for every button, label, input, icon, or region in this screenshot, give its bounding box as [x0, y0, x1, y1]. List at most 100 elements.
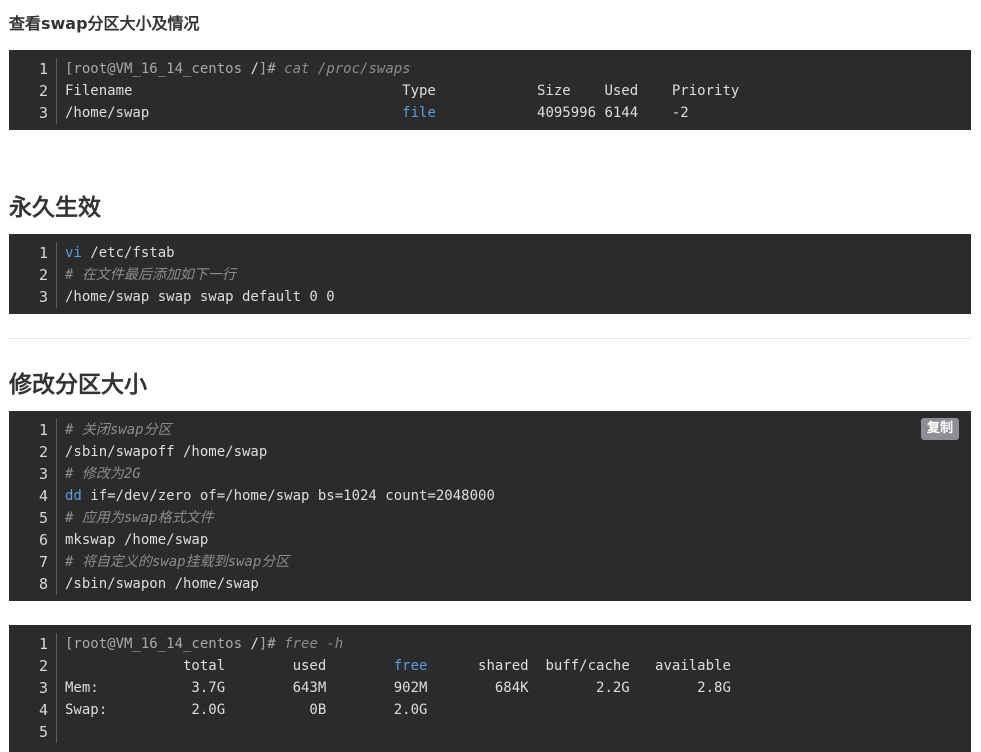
code-line: 1 # 关闭swap分区 — [9, 419, 971, 441]
code-token: # 应用为swap格式文件 — [65, 510, 214, 526]
code-token: shared buff/cache available — [427, 658, 731, 674]
line-number: 1 — [38, 60, 48, 78]
code-line: 6 mkswap /home/swap — [9, 529, 971, 551]
code-token: /etc/fstab — [81, 245, 175, 261]
code-token: / — [250, 636, 259, 652]
code-line: 5 # 应用为swap格式文件 — [9, 507, 971, 529]
section-title-resize: 修改分区大小 — [9, 372, 147, 398]
code-block-free-h: 1 [root@VM_16_14_centos /]# free -h 2 tota… — [9, 625, 971, 752]
code-token: /sbin/swapoff /home/swap — [65, 444, 268, 460]
divider — [9, 338, 971, 339]
code-token: [root@VM_16_14_centos — [65, 636, 251, 652]
line-number: 7 — [38, 553, 48, 571]
code-text: total used free shared buff/cache availa… — [65, 655, 731, 677]
code-line: 4 dd if=/dev/zero of=/home/swap bs=1024 c… — [9, 485, 971, 507]
code-token: free -h — [284, 636, 344, 652]
line-number: 3 — [38, 288, 48, 306]
line-number: 3 — [38, 104, 48, 122]
code-line: 3/home/swap swap swap default 0 0 — [9, 286, 971, 308]
line-number: 2 — [38, 266, 48, 284]
line-number: 1 — [38, 421, 48, 439]
section-title-permanent: 永久生效 — [9, 195, 101, 221]
code-text: [root@VM_16_14_centos /]# free -h — [65, 633, 343, 655]
section-title-swap-check: 查看swap分区大小及情况 — [9, 14, 200, 33]
code-text: /home/swap file 4095996 6144 -2 — [65, 102, 689, 124]
code-line: 5 — [9, 721, 971, 743]
code-token: /sbin/swapon /home/swap — [65, 576, 259, 592]
code-token: file — [402, 105, 436, 121]
gutter-divider — [56, 102, 57, 124]
line-number: 8 — [38, 575, 48, 593]
code-token: free — [393, 658, 428, 674]
gutter-divider — [56, 242, 57, 264]
code-token: mkswap /home/swap — [65, 532, 209, 548]
code-text: Filename Type Size Used Priority — [65, 80, 739, 102]
code-block-resize-swap: 复制 1 # 关闭swap分区 2/sbin/swapoff /home/swap 3… — [9, 411, 971, 601]
gutter-divider — [56, 529, 57, 551]
gutter-divider — [56, 264, 57, 286]
code-token: / — [250, 61, 259, 77]
gutter-divider — [56, 286, 57, 308]
code-text: vi /etc/fstab — [65, 242, 175, 264]
code-token: # 将自定义的swap挂载到swap分区 — [65, 554, 290, 570]
code-text: [root@VM_16_14_centos /]# cat /proc/swap… — [65, 58, 411, 80]
code-text: Mem: 3.7G 643M 902M 684K 2.2G 2.8G — [65, 677, 731, 699]
code-token: cat /proc/swaps — [284, 61, 411, 77]
code-text: /sbin/swapoff /home/swap — [65, 441, 267, 463]
gutter-divider — [56, 633, 57, 655]
line-number: 2 — [38, 443, 48, 461]
line-number: 1 — [38, 635, 48, 653]
gutter-divider — [56, 58, 57, 80]
line-number: 4 — [38, 487, 48, 505]
code-token: [root@VM_16_14_centos — [65, 61, 251, 77]
gutter-divider — [56, 419, 57, 441]
code-text: # 关闭swap分区 — [65, 419, 172, 441]
code-line: 7 # 将自定义的swap挂载到swap分区 — [9, 551, 971, 573]
line-number: 2 — [38, 657, 48, 675]
line-number: 5 — [38, 509, 48, 527]
gutter-divider — [56, 721, 57, 743]
code-line: 2/sbin/swapoff /home/swap — [9, 441, 971, 463]
gutter-divider — [56, 441, 57, 463]
code-line: 2 Filename Type Size Used Priority — [9, 80, 971, 102]
code-line: 1 vi /etc/fstab — [9, 242, 971, 264]
code-token: total used — [65, 658, 394, 674]
code-text: dd if=/dev/zero of=/home/swap bs=1024 co… — [65, 485, 495, 507]
code-token: /home/swap — [65, 105, 403, 121]
gutter-divider — [56, 80, 57, 102]
line-number: 1 — [38, 244, 48, 262]
code-token: vi — [65, 245, 82, 261]
code-line: 3/home/swap file 4095996 6144 -2 — [9, 102, 971, 124]
code-token: 4095996 6144 -2 — [435, 105, 689, 121]
code-text: Swap: 2.0G 0B 2.0G — [65, 699, 427, 721]
line-number: 6 — [38, 531, 48, 549]
code-text: mkswap /home/swap — [65, 529, 208, 551]
line-number: 5 — [38, 723, 48, 741]
code-line: 4 Swap: 2.0G 0B 2.0G — [9, 699, 971, 721]
gutter-divider — [56, 573, 57, 595]
code-line: 2 # 在文件最后添加如下一行 — [9, 264, 971, 286]
code-token: # 关闭swap分区 — [65, 422, 172, 438]
code-token: Swap: 2.0G 0B 2.0G — [65, 702, 428, 718]
code-line: 2 total used free shared buff/cache avai… — [9, 655, 971, 677]
code-token: ]# — [258, 61, 285, 77]
code-block-cat-swaps: 1 [root@VM_16_14_centos /]# cat /proc/swa… — [9, 50, 971, 130]
code-text: # 将自定义的swap挂载到swap分区 — [65, 551, 289, 573]
code-text: /sbin/swapon /home/swap — [65, 573, 259, 595]
code-token: # 修改为2G — [65, 466, 141, 482]
code-token: dd — [65, 488, 82, 504]
code-token: if=/dev/zero of=/home/swap bs=1024 count… — [81, 488, 495, 504]
gutter-divider — [56, 507, 57, 529]
code-text: # 修改为2G — [65, 463, 141, 485]
line-number: 2 — [38, 82, 48, 100]
gutter-divider — [56, 485, 57, 507]
code-text: /home/swap swap swap default 0 0 — [65, 286, 335, 308]
code-line: 3 # 修改为2G — [9, 463, 971, 485]
code-token: ]# — [258, 636, 285, 652]
code-line: 3 Mem: 3.7G 643M 902M 684K 2.2G 2.8G — [9, 677, 971, 699]
code-line: 1 [root@VM_16_14_centos /]# cat /proc/swa… — [9, 58, 971, 80]
line-number: 3 — [38, 679, 48, 697]
code-line: 1 [root@VM_16_14_centos /]# free -h — [9, 633, 971, 655]
code-token: Mem: 3.7G 643M 902M 684K 2.2G 2.8G — [65, 680, 731, 696]
line-number: 3 — [38, 465, 48, 483]
